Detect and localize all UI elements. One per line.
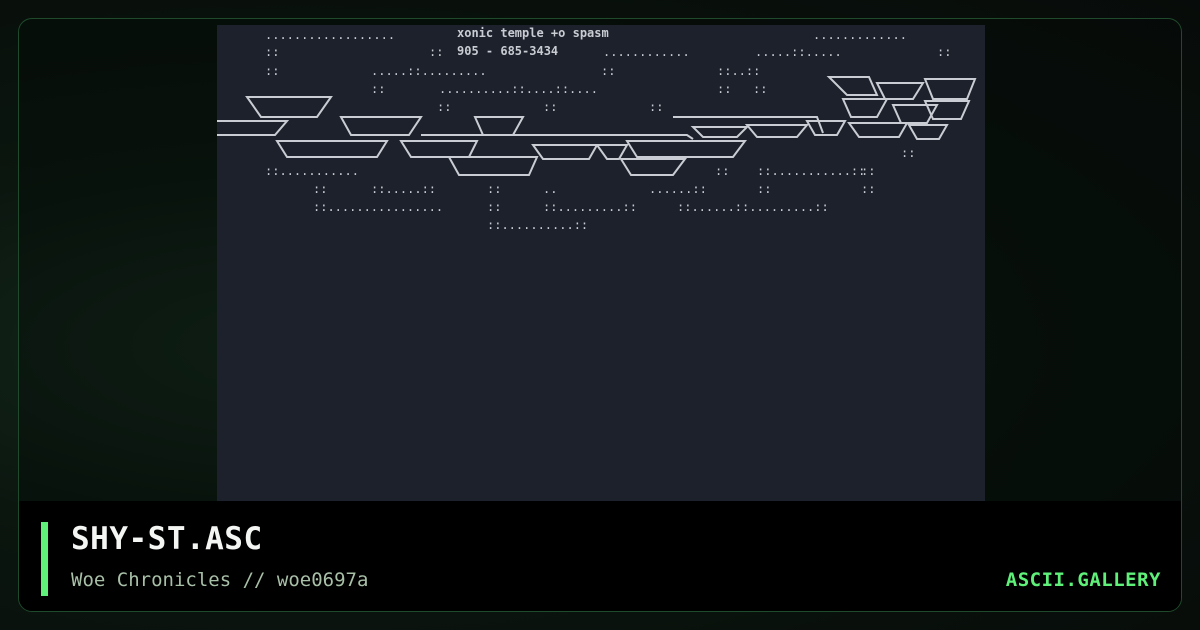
svg-text:::: :: xyxy=(649,100,663,114)
svg-text:::.........::: ::.........:: xyxy=(543,200,637,214)
art-dotted-frame: .................. ............. :: :: .… xyxy=(265,28,951,232)
art-header-line-1: xonic temple +o spasm xyxy=(457,26,609,40)
svg-text:::...........: ::........... xyxy=(265,164,359,178)
svg-text:::: :: xyxy=(313,182,327,196)
card-footer: SHY-ST.ASC Woe Chronicles // woe0697a AS… xyxy=(19,501,1181,611)
svg-text:::................: ::................ xyxy=(313,200,443,214)
svg-text:::: :: xyxy=(715,164,729,178)
svg-text:::..::: ::..:: xyxy=(717,64,760,78)
svg-text:.............: ............. xyxy=(813,28,907,42)
svg-text:::: :: xyxy=(937,45,951,59)
svg-text:..........::....::....: ..........::....::.... xyxy=(439,82,598,96)
svg-text:::: :: xyxy=(543,100,557,114)
accent-bar xyxy=(41,522,48,596)
ascii-art-canvas: xonic temple +o spasm 905 - 685-3434 ...… xyxy=(217,26,977,232)
svg-text:::: :: xyxy=(265,45,279,59)
site-brand-link[interactable]: ASCII.GALLERY xyxy=(1006,569,1161,591)
svg-text:::: :: xyxy=(265,64,279,78)
svg-text:..: .. xyxy=(543,182,557,196)
svg-text:.....::.....: .....::..... xyxy=(755,45,842,59)
art-header-line-2: 905 - 685-3434 xyxy=(457,44,558,58)
svg-text:::: :: xyxy=(429,45,443,59)
svg-text:::: :: xyxy=(757,182,771,196)
ascii-art-preview[interactable]: xonic temple +o spasm 905 - 685-3434 ...… xyxy=(217,25,985,501)
svg-text:.....::.........: .....::......... xyxy=(371,64,487,78)
svg-text:::: :: xyxy=(487,200,501,214)
svg-text:::.....::: ::.....:: xyxy=(371,182,436,196)
svg-text:::: :: xyxy=(861,164,875,178)
svg-text:::: :: xyxy=(753,82,767,96)
svg-text:::: :: xyxy=(487,182,501,196)
svg-text:............: ............ xyxy=(603,45,690,59)
svg-text:......::: ......:: xyxy=(649,182,707,196)
svg-text:::..........::: ::..........:: xyxy=(487,218,588,232)
art-title: SHY-ST.ASC xyxy=(71,521,263,557)
svg-text:::: :: xyxy=(437,100,451,114)
svg-text:::: :: xyxy=(861,182,875,196)
card-frame: xonic temple +o spasm 905 - 685-3434 ...… xyxy=(18,18,1182,612)
art-subtitle: Woe Chronicles // woe0697a xyxy=(71,569,369,591)
svg-text:::: :: xyxy=(717,82,731,96)
svg-text:::......::.........::: ::......::.........:: xyxy=(677,200,829,214)
svg-text:::: :: xyxy=(371,82,385,96)
svg-text:::: :: xyxy=(601,64,615,78)
svg-text:::...........::: ::...........:: xyxy=(757,164,865,178)
svg-text:::: :: xyxy=(901,146,915,160)
svg-text:..................: .................. xyxy=(265,28,395,42)
